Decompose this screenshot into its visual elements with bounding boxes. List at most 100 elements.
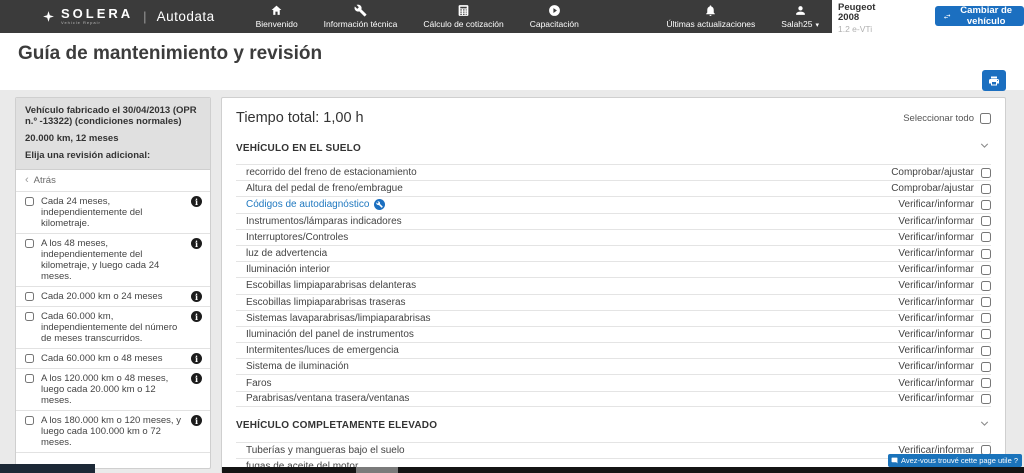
info-icon[interactable]: i: [191, 196, 202, 207]
task-action: Verificar/informar: [898, 377, 974, 389]
task-row: Intermitentes/luces de emergencia Verifi…: [236, 342, 991, 358]
printer-icon: [989, 76, 999, 85]
task-checkbox[interactable]: [981, 167, 991, 178]
task-label-wrap: Tuberías y mangueras bajo el suelo: [236, 445, 898, 456]
task-label-wrap: Escobillas limpiaparabrisas traseras: [236, 297, 898, 308]
revision-option-row[interactable]: Cada 60.000 km, independientemente del n…: [16, 307, 210, 349]
solera-logo-icon: [43, 11, 54, 22]
nav-item-informacion-tecnica[interactable]: Información técnica: [311, 0, 411, 33]
task-row: Sistemas lavaparabrisas/limpiaparabrisas…: [236, 309, 991, 326]
task-label: Sistema de iluminación: [246, 361, 349, 373]
revision-option-row[interactable]: A los 120.000 km o 48 meses, luego cada …: [16, 369, 210, 411]
info-icon[interactable]: i: [191, 373, 202, 384]
section-header-suelo[interactable]: VEHÍCULO EN EL SUELO: [222, 135, 1005, 164]
feedback-widget[interactable]: Avez-vous trouvé cette page utile ?: [887, 454, 1022, 467]
bottom-left-bar: [0, 464, 95, 473]
revision-option-row[interactable]: Cada 20.000 km o 24 meses i: [16, 287, 210, 307]
task-checkbox[interactable]: [981, 216, 991, 227]
change-vehicle-button[interactable]: Cambiar de vehículo: [935, 5, 1024, 27]
task-action: Verificar/informar: [898, 248, 974, 260]
user-menu[interactable]: Salah25 ▾: [768, 0, 832, 33]
section-header-elevado[interactable]: VEHÍCULO COMPLETAMENTE ELEVADO: [222, 413, 1005, 442]
task-checkbox[interactable]: [981, 313, 991, 324]
task-checkbox[interactable]: [981, 361, 991, 372]
task-checkbox[interactable]: [981, 345, 991, 356]
panel-header: Tiempo total: 1,00 h Seleccionar todo: [222, 98, 1005, 135]
task-label-wrap: Interruptores/Controles: [236, 232, 898, 243]
info-icon[interactable]: i: [191, 415, 202, 426]
task-label: Tuberías y mangueras bajo el suelo: [246, 444, 405, 456]
task-checkbox[interactable]: [981, 232, 991, 243]
option-checkbox[interactable]: [25, 239, 34, 248]
option-checkbox[interactable]: [25, 354, 34, 363]
revision-option-row[interactable]: A los 48 meses, independientemente del k…: [16, 234, 210, 287]
nav-item-capacitacion[interactable]: Capacitación: [517, 0, 592, 33]
vehicle-model: 2008: [838, 12, 860, 23]
task-action: Verificar/informar: [898, 215, 974, 227]
task-checkbox[interactable]: [981, 199, 991, 210]
option-checkbox[interactable]: [25, 197, 34, 206]
nav-item-bienvenido[interactable]: Bienvenido: [243, 0, 311, 33]
task-row: Escobillas limpiaparabrisas traseras Ver…: [236, 293, 991, 310]
task-label: Instrumentos/lámparas indicadores: [246, 215, 402, 227]
revision-option-row[interactable]: A los 180.000 km o 120 meses, y luego ca…: [16, 411, 210, 453]
revision-sidebar: Vehículo fabricado el 30/04/2013 (OPR n.…: [15, 97, 211, 469]
task-label: Iluminación interior: [246, 264, 330, 276]
chevron-down-icon[interactable]: [978, 417, 991, 435]
task-action: Verificar/informar: [898, 280, 974, 292]
scrollbar-thumb[interactable]: [356, 467, 398, 473]
select-all[interactable]: Seleccionar todo: [903, 112, 991, 124]
print-button[interactable]: [982, 70, 1006, 91]
chevron-down-icon[interactable]: [978, 139, 991, 157]
task-label: Escobillas limpiaparabrisas delanteras: [246, 280, 417, 292]
select-all-checkbox[interactable]: [980, 112, 991, 124]
task-label: Interruptores/Controles: [246, 231, 349, 243]
brand[interactable]: SOLERA Vehicle Repair | Autodata: [42, 7, 215, 25]
option-checkbox[interactable]: [25, 312, 34, 321]
vehicle-built-line: Vehículo fabricado el 30/04/2013 (OPR n.…: [25, 105, 197, 127]
task-checkbox[interactable]: [981, 248, 991, 259]
main-nav: Bienvenido Información técnica Cálculo d…: [243, 0, 592, 33]
vehicle-engine: 1.2 e-VTi: [838, 24, 873, 34]
bottom-scrollbar-track[interactable]: [222, 467, 1024, 473]
info-icon[interactable]: i: [191, 238, 202, 249]
task-checkbox[interactable]: [981, 378, 991, 389]
task-checkbox[interactable]: [981, 280, 991, 291]
option-label: Cada 60.000 km, independientemente del n…: [41, 311, 178, 344]
task-label: Parabrisas/ventana trasera/ventanas: [246, 393, 410, 405]
revision-option-row[interactable]: Cada 60.000 km o 48 meses i: [16, 349, 210, 369]
task-label: Sistemas lavaparabrisas/limpiaparabrisas: [246, 312, 431, 324]
swap-arrows-icon: [944, 13, 951, 19]
page-title: Guía de mantenimiento y revisión: [18, 43, 323, 64]
play-icon: [548, 5, 560, 16]
task-label[interactable]: Códigos de autodiagnóstico: [246, 199, 369, 210]
updates-button[interactable]: Últimas actualizaciones: [653, 0, 768, 33]
wrench-badge-icon[interactable]: [374, 199, 386, 211]
task-row: luz de advertencia Verificar/informar: [236, 244, 991, 261]
task-checkbox[interactable]: [981, 393, 991, 404]
task-label: luz de advertencia: [246, 248, 328, 260]
task-row: Instrumentos/lámparas indicadores Verifi…: [236, 212, 991, 229]
topbar-right: Últimas actualizaciones Salah25 ▾: [653, 0, 832, 33]
task-checkbox[interactable]: [981, 264, 991, 275]
info-icon[interactable]: i: [191, 291, 202, 302]
option-checkbox[interactable]: [25, 416, 34, 425]
revision-option-row[interactable]: Cada 24 meses, independientemente del ki…: [16, 192, 210, 234]
task-checkbox[interactable]: [981, 297, 991, 308]
back-button[interactable]: ‹ Atrás: [16, 170, 210, 192]
option-checkbox[interactable]: [25, 374, 34, 383]
task-checkbox[interactable]: [981, 329, 991, 340]
nav-item-calculo-cotizacion[interactable]: Cálculo de cotización: [410, 0, 516, 33]
option-checkbox[interactable]: [25, 292, 34, 301]
info-icon[interactable]: i: [191, 311, 202, 322]
username: Salah25: [781, 19, 813, 29]
info-icon[interactable]: i: [191, 353, 202, 364]
task-row: Sistema de iluminación Verificar/informa…: [236, 358, 991, 374]
section-title: VEHÍCULO COMPLETAMENTE ELEVADO: [236, 420, 438, 432]
option-label: Cada 60.000 km o 48 meses: [41, 353, 163, 364]
task-checkbox[interactable]: [981, 183, 991, 194]
task-action: Comprobar/ajustar: [891, 183, 974, 195]
task-action: Verificar/informar: [898, 312, 974, 324]
task-row: Iluminación interior Verificar/informar: [236, 261, 991, 277]
task-action: Verificar/informar: [898, 199, 974, 211]
